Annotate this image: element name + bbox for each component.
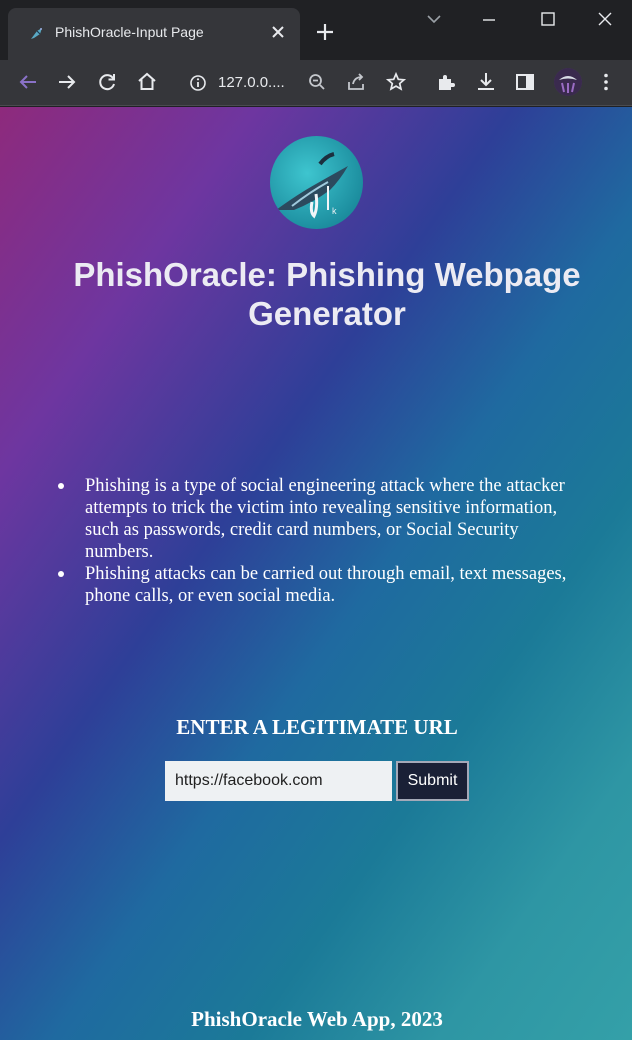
address-url: 127.0.0.... xyxy=(218,74,285,91)
profile-avatar[interactable] xyxy=(554,68,582,96)
forward-icon[interactable] xyxy=(55,70,79,94)
new-tab-icon[interactable] xyxy=(313,20,337,44)
footer-text: PhishOracle Web App, 2023 xyxy=(191,1007,443,1031)
back-icon[interactable] xyxy=(16,70,40,94)
favicon-icon xyxy=(28,25,46,43)
bullet xyxy=(58,483,64,489)
address-bar[interactable]: 127.0.0.... xyxy=(180,66,416,100)
site-info-icon[interactable] xyxy=(188,73,208,93)
bullet xyxy=(58,571,64,577)
browser-tab-bar: PhishOracle-Input Page xyxy=(0,0,632,60)
phishing-info-list: Phishing is a type of social engineering… xyxy=(58,475,578,607)
close-tab-icon[interactable] xyxy=(268,22,288,42)
tab-search-icon[interactable] xyxy=(420,8,448,32)
info-text: Phishing is a type of social engineering… xyxy=(85,476,565,562)
form-heading: ENTER A LEGITIMATE URL xyxy=(176,715,458,739)
svg-text:k: k xyxy=(332,206,337,216)
menu-icon[interactable] xyxy=(594,70,618,94)
bookmark-star-icon[interactable] xyxy=(384,70,408,94)
side-panel-icon[interactable] xyxy=(513,70,537,94)
minimize-icon[interactable] xyxy=(475,8,503,32)
zoom-icon[interactable] xyxy=(305,70,329,94)
info-text: Phishing attacks can be carried out thro… xyxy=(85,564,567,606)
share-icon[interactable] xyxy=(344,70,368,94)
browser-tab[interactable]: PhishOracle-Input Page xyxy=(8,8,300,60)
list-item: Phishing is a type of social engineering… xyxy=(58,475,578,563)
close-window-icon[interactable] xyxy=(591,8,619,32)
tab-title: PhishOracle-Input Page xyxy=(55,24,204,40)
page-title: PhishOracle: Phishing Webpage Generator xyxy=(73,256,581,332)
maximize-icon[interactable] xyxy=(533,8,561,32)
url-input[interactable] xyxy=(165,761,392,801)
home-icon[interactable] xyxy=(135,70,159,94)
list-item: Phishing attacks can be carried out thro… xyxy=(58,563,578,607)
page-viewport: k PhishOracle: Phishing Webpage Generato… xyxy=(0,107,632,1040)
download-icon[interactable] xyxy=(474,70,498,94)
submit-button[interactable]: Submit xyxy=(396,761,469,801)
browser-toolbar: 127.0.0.... xyxy=(0,60,632,106)
reload-icon[interactable] xyxy=(95,70,119,94)
extensions-icon[interactable] xyxy=(434,70,458,94)
phishoracle-logo: k xyxy=(270,136,363,229)
